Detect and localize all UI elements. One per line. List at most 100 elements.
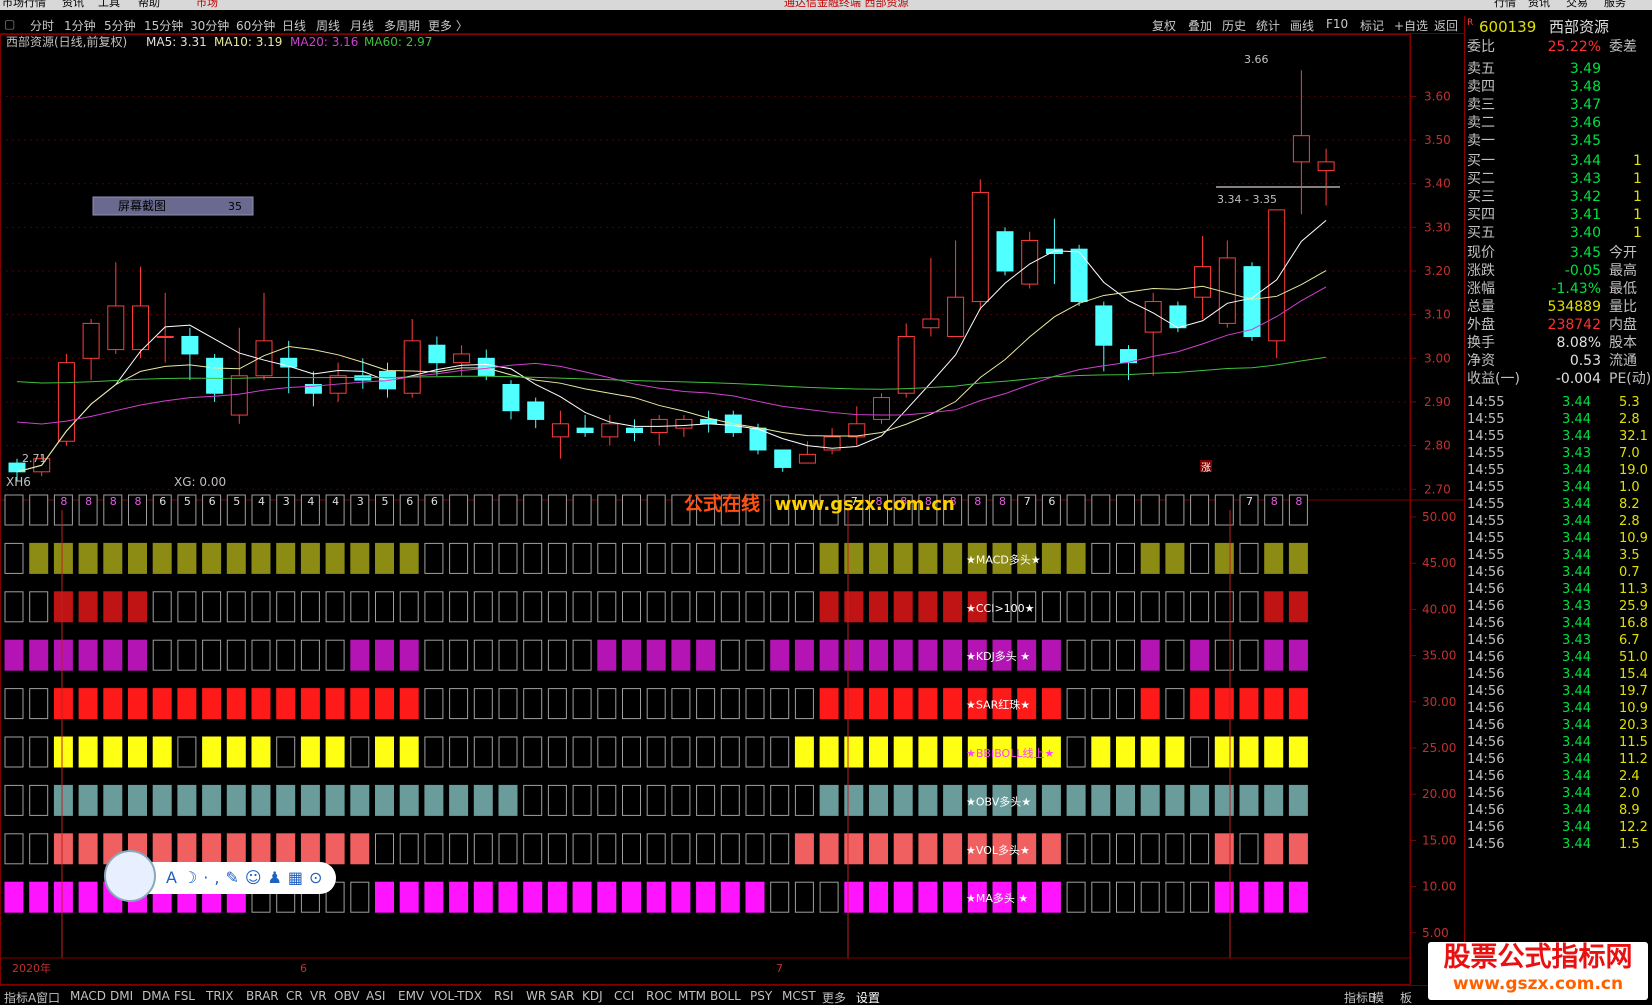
indicator-tab-11[interactable]: ASI bbox=[366, 989, 385, 1003]
indicator-tab-16[interactable]: SAR bbox=[550, 989, 574, 1003]
signal-box bbox=[1288, 639, 1308, 671]
indicator-tab-25[interactable]: 设置 bbox=[856, 989, 880, 1005]
period-30min[interactable]: 30分钟 bbox=[190, 17, 229, 34]
period-fenshi[interactable]: 分时 bbox=[30, 17, 54, 34]
indicator-tab-2[interactable]: MACD bbox=[70, 989, 106, 1003]
tick-row: 14:56 3.44 8.9 bbox=[1465, 802, 1652, 819]
signal-box bbox=[622, 736, 641, 768]
indicator-tab-18[interactable]: CCI bbox=[614, 989, 634, 1003]
period-more[interactable]: 更多 〉 bbox=[428, 17, 468, 34]
ime-avatar[interactable] bbox=[104, 850, 156, 902]
price-tick-label: 3.60 bbox=[1424, 89, 1451, 103]
period-daily[interactable]: 日线 bbox=[282, 17, 306, 34]
menu-market[interactable]: 市场行情 bbox=[2, 0, 46, 8]
signal-box bbox=[869, 784, 888, 816]
signal-box bbox=[622, 688, 641, 720]
indicator-tab-9[interactable]: VR bbox=[310, 989, 327, 1003]
signal-box bbox=[572, 591, 592, 623]
signal-box bbox=[177, 736, 197, 768]
signal-box bbox=[1264, 639, 1284, 671]
btn-biaoji[interactable]: 标记 bbox=[1360, 17, 1384, 34]
btn-lishi[interactable]: 历史 bbox=[1222, 17, 1246, 34]
period-5min[interactable]: 5分钟 bbox=[104, 17, 136, 34]
indicator-tab-21[interactable]: BOLL bbox=[710, 989, 741, 1003]
indicator-tab-24[interactable]: 更多 bbox=[822, 989, 846, 1005]
btn-tongji[interactable]: 统计 bbox=[1256, 17, 1280, 34]
signal-box bbox=[770, 833, 790, 865]
indicator-tab-8[interactable]: CR bbox=[286, 989, 303, 1003]
top-right-info[interactable]: 资讯 bbox=[1528, 0, 1550, 8]
signal-box bbox=[1116, 784, 1135, 816]
indicator-tab-15[interactable]: WR bbox=[526, 989, 546, 1003]
menu-help[interactable]: 帮助 bbox=[138, 0, 160, 8]
candle-body-down bbox=[477, 357, 495, 377]
ime-icons[interactable]: A☽·,✎☺♟▦⊙ bbox=[166, 868, 328, 887]
period-1min[interactable]: 1分钟 bbox=[64, 17, 96, 34]
signal-box bbox=[300, 736, 320, 768]
tick-price: 3.44 bbox=[1562, 514, 1591, 529]
top-right-quote[interactable]: 行情 bbox=[1494, 0, 1516, 8]
indicator-tab-6[interactable]: TRIX bbox=[206, 989, 233, 1003]
indicator-tab-17[interactable]: KDJ bbox=[582, 989, 603, 1003]
top-right-service[interactable]: 服务 bbox=[1604, 0, 1626, 8]
signal-box bbox=[893, 639, 913, 671]
btn-huaxian[interactable]: 画线 bbox=[1290, 17, 1314, 34]
quote-extra: 今开 bbox=[1609, 245, 1637, 261]
indicator-tab-13[interactable]: VOL-TDX bbox=[430, 989, 482, 1003]
tick-volume: 0.7 bbox=[1619, 565, 1640, 580]
indicator-tab-14[interactable]: RSI bbox=[494, 989, 514, 1003]
signal-box bbox=[1140, 688, 1160, 720]
btn-diejia[interactable]: 叠加 bbox=[1188, 17, 1212, 34]
btn-fuquan[interactable]: 复权 bbox=[1152, 17, 1176, 34]
ime-toolbar[interactable]: A☽·,✎☺♟▦⊙ bbox=[104, 850, 336, 902]
signal-box bbox=[572, 494, 592, 526]
indicator-tab-1[interactable]: 窗口 bbox=[36, 989, 60, 1005]
period-15min[interactable]: 15分钟 bbox=[144, 17, 183, 34]
bottom-right-1[interactable]: 模 bbox=[1372, 989, 1384, 1005]
indicator-tab-19[interactable]: ROC bbox=[646, 989, 672, 1003]
indicator-tab-23[interactable]: MCST bbox=[782, 989, 816, 1003]
signal-box bbox=[1116, 494, 1135, 526]
indicator-tab-0[interactable]: 指标A bbox=[4, 989, 36, 1005]
signal-box bbox=[1190, 784, 1210, 816]
tick-volume: 19.7 bbox=[1619, 684, 1648, 699]
period-60min[interactable]: 60分钟 bbox=[236, 17, 275, 34]
chart-header-text: 西部资源(日线,前复权) bbox=[6, 34, 127, 49]
signal-box bbox=[794, 833, 814, 865]
indicator-tab-22[interactable]: PSY bbox=[750, 989, 772, 1003]
signal-box bbox=[375, 881, 394, 913]
indicator-tab-3[interactable]: DMI bbox=[110, 989, 133, 1003]
signal-box bbox=[1091, 542, 1111, 574]
indicator-tab-4[interactable]: DMA bbox=[142, 989, 170, 1003]
period-multi[interactable]: 多周期 bbox=[384, 17, 420, 34]
quote-row: 涨跌 -0.05 最高 bbox=[1465, 262, 1652, 280]
signal-box bbox=[1165, 881, 1185, 913]
period-weekly[interactable]: 周线 bbox=[316, 17, 340, 34]
top-right-trade[interactable]: 交易 bbox=[1566, 0, 1588, 8]
layout-icon[interactable]: ▢ bbox=[4, 17, 15, 31]
indicator-tab-20[interactable]: MTM bbox=[678, 989, 706, 1003]
indicator-tab-7[interactable]: BRAR bbox=[246, 989, 279, 1003]
indicator-tab-12[interactable]: EMV bbox=[398, 989, 424, 1003]
bid-price: 3.44 bbox=[1569, 153, 1601, 169]
signal-box bbox=[646, 591, 666, 623]
indicator-tab-5[interactable]: FSL bbox=[174, 989, 195, 1003]
indicator-tab-10[interactable]: OBV bbox=[334, 989, 360, 1003]
signal-box bbox=[671, 881, 691, 913]
market-tab[interactable]: 市场 bbox=[196, 0, 218, 8]
menu-tools[interactable]: 工具 bbox=[98, 0, 120, 8]
signal-box bbox=[720, 833, 740, 865]
signal-box bbox=[770, 784, 790, 816]
quote-value: -0.05 bbox=[1564, 263, 1601, 279]
signal-box bbox=[869, 542, 888, 574]
signal-box bbox=[29, 881, 49, 913]
signal-box bbox=[523, 833, 543, 865]
btn-fanhui[interactable]: 返回 bbox=[1434, 17, 1458, 34]
btn-zixuan[interactable]: +自选 bbox=[1394, 17, 1428, 34]
menu-news[interactable]: 资讯 bbox=[62, 0, 84, 8]
btn-f10[interactable]: F10 bbox=[1326, 17, 1348, 31]
signal-box bbox=[53, 881, 73, 913]
timeline-june: 6 bbox=[300, 962, 307, 975]
bottom-right-2[interactable]: 板 bbox=[1400, 989, 1412, 1005]
period-monthly[interactable]: 月线 bbox=[350, 17, 374, 34]
